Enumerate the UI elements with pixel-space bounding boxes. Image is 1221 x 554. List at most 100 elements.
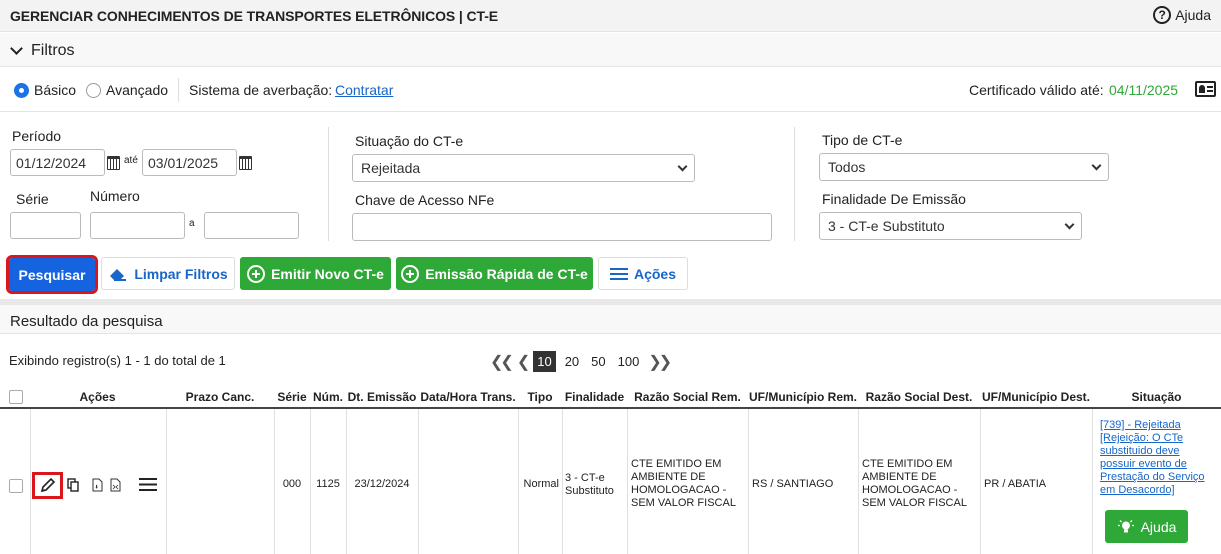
emissao-rapida-button[interactable]: Emissão Rápida de CT-e xyxy=(396,257,593,290)
page-size-50[interactable]: 50 xyxy=(588,351,608,372)
col-divider xyxy=(418,409,419,554)
col-divider xyxy=(627,409,628,554)
chevron-down-icon xyxy=(1091,160,1102,170)
help-link[interactable]: ? Ajuda xyxy=(1153,6,1211,24)
col-divider xyxy=(980,409,981,554)
col-prazo[interactable]: Prazo Canc. xyxy=(166,390,274,404)
results-count: Exibindo registro(s) 1 - 1 do total de 1 xyxy=(9,353,226,368)
col-data-trans[interactable]: Data/Hora Trans. xyxy=(418,390,518,404)
serie-input[interactable] xyxy=(10,212,81,239)
filters-toggle[interactable]: Filtros xyxy=(10,42,75,60)
situacao-value: Rejeitada xyxy=(361,160,421,176)
radio-basic[interactable]: Básico xyxy=(14,82,76,98)
radio-advanced[interactable]: Avançado xyxy=(86,82,168,98)
cell-razao-dest: CTE EMITIDO EM AMBIENTE DE HOMOLOGACAO -… xyxy=(862,458,967,509)
rapida-label: Emissão Rápida de CT-e xyxy=(425,265,588,282)
emitir-label: Emitir Novo CT-e xyxy=(271,265,384,282)
tipo-label: Tipo de CT-e xyxy=(822,132,903,148)
col-razao-rem[interactable]: Razão Social Rem. xyxy=(627,390,748,404)
chave-input[interactable] xyxy=(352,213,772,241)
numero-to-input[interactable] xyxy=(204,212,299,239)
ate-label: até xyxy=(124,155,138,166)
col-divider xyxy=(748,409,749,554)
calendar-icon[interactable] xyxy=(239,156,252,170)
tipo-select[interactable]: Todos xyxy=(819,153,1109,181)
finalidade-select[interactable]: 3 - CT-e Substituto xyxy=(819,212,1082,240)
col-razao-dest[interactable]: Razão Social Dest. xyxy=(858,390,980,404)
cell-tipo: Normal xyxy=(523,478,559,490)
radio-checked-icon xyxy=(14,82,29,98)
cell-dt-emissao: 23/12/2024 xyxy=(354,478,410,490)
pencil-icon xyxy=(40,477,56,493)
first-page-icon[interactable]: ❮❮ xyxy=(490,352,514,372)
limpar-filtros-button[interactable]: Limpar Filtros xyxy=(101,257,235,290)
col-uf-rem[interactable]: UF/Município Rem. xyxy=(748,390,858,404)
next-page-icon[interactable]: ❯❯ xyxy=(648,352,672,372)
results-bar xyxy=(0,299,1221,334)
cell-uf-dest: PR / ABATIA xyxy=(984,478,1047,490)
acoes-label: Ações xyxy=(633,265,677,282)
pesquisar-label: Pesquisar xyxy=(18,266,86,283)
cert-date: 04/11/2025 xyxy=(1109,82,1179,98)
periodo-to-input[interactable] xyxy=(142,149,237,176)
calendar-icon[interactable] xyxy=(107,156,120,170)
col-tipo[interactable]: Tipo xyxy=(518,390,562,404)
divider xyxy=(794,127,795,241)
chave-label: Chave de Acesso NFe xyxy=(355,192,495,208)
cell-situacao-link[interactable]: [739] - Rejeitada [Rejeição: O CTe subst… xyxy=(1100,419,1212,497)
page-size-20[interactable]: 20 xyxy=(562,351,582,372)
row-checkbox[interactable] xyxy=(9,479,23,493)
periodo-label: Período xyxy=(12,128,62,144)
pdf-icon[interactable]: ⬇ xyxy=(92,478,103,492)
radio-unchecked-icon xyxy=(86,82,101,98)
col-uf-dest[interactable]: UF/Município Dest. xyxy=(980,390,1092,404)
col-divider xyxy=(858,409,859,554)
menu-icon xyxy=(609,267,628,280)
table-header-line xyxy=(0,407,1221,409)
radio-basic-label: Básico xyxy=(34,82,77,98)
col-dt-emissao[interactable]: Dt. Emissão xyxy=(346,390,418,404)
id-card-icon[interactable] xyxy=(1195,81,1216,97)
page-size-100[interactable]: 100 xyxy=(615,351,643,372)
col-situacao[interactable]: Situação xyxy=(1092,390,1221,404)
prev-page-icon[interactable]: ❮ xyxy=(517,352,531,372)
help-label: Ajuda xyxy=(1175,7,1211,23)
situacao-select[interactable]: Rejeitada xyxy=(352,154,695,182)
serie-label: Série xyxy=(16,191,49,207)
a-label: a xyxy=(189,218,195,229)
col-acoes[interactable]: Ações xyxy=(31,390,164,404)
xml-icon[interactable] xyxy=(110,478,121,492)
divider xyxy=(0,111,1221,112)
col-finalidade[interactable]: Finalidade xyxy=(562,390,627,404)
filters-bar xyxy=(0,33,1221,67)
cell-razao-rem: CTE EMITIDO EM AMBIENTE DE HOMOLOGACAO -… xyxy=(631,458,736,509)
numero-from-input[interactable] xyxy=(90,212,185,239)
chevron-down-icon xyxy=(677,161,688,171)
row-ajuda-label: Ajuda xyxy=(1140,518,1177,535)
copy-icon[interactable] xyxy=(67,478,79,492)
plus-circle-icon xyxy=(247,264,266,283)
numero-label: Número xyxy=(90,188,140,204)
pesquisar-button[interactable]: Pesquisar xyxy=(6,255,98,294)
edit-button[interactable] xyxy=(32,472,63,499)
select-all-checkbox[interactable] xyxy=(9,390,23,404)
filters-label: Filtros xyxy=(31,42,75,59)
contratar-link[interactable]: Contratar xyxy=(335,82,393,98)
periodo-from-input[interactable] xyxy=(10,149,105,176)
results-title: Resultado da pesquisa xyxy=(10,313,163,330)
lightbulb-icon xyxy=(1117,519,1134,532)
row-ajuda-button[interactable]: Ajuda xyxy=(1105,510,1188,543)
col-divider xyxy=(30,409,31,554)
col-num[interactable]: Núm. xyxy=(310,390,346,404)
more-menu-icon[interactable] xyxy=(139,477,157,492)
acoes-button[interactable]: Ações xyxy=(598,257,688,290)
tipo-value: Todos xyxy=(828,159,866,175)
page-size-10[interactable]: 10 xyxy=(533,351,556,372)
radio-advanced-label: Avançado xyxy=(106,82,169,98)
eraser-icon xyxy=(110,268,127,281)
divider xyxy=(178,78,179,102)
page-size-selector: ❮❮ ❮ 10 20 50 100 ❯❯ xyxy=(490,351,672,372)
emitir-novo-button[interactable]: Emitir Novo CT-e xyxy=(240,257,391,290)
col-divider xyxy=(166,409,167,554)
col-serie[interactable]: Série xyxy=(274,390,310,404)
